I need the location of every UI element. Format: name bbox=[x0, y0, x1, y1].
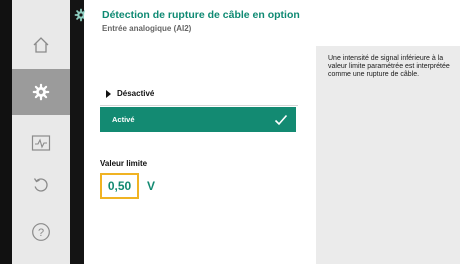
option-disabled-label: Désactivé bbox=[117, 89, 155, 98]
home-icon bbox=[33, 37, 49, 53]
limit-value-label: Valeur limite bbox=[100, 159, 148, 168]
settings-gear-icon bbox=[32, 83, 50, 101]
checkmark-icon bbox=[274, 114, 288, 125]
diagnostics-monitor-icon bbox=[31, 135, 51, 151]
left-edge-band bbox=[0, 0, 12, 264]
sidebar-item-help[interactable]: ? bbox=[12, 209, 70, 255]
limit-value: 0,50 bbox=[107, 179, 132, 193]
limit-value-field[interactable]: 0,50 bbox=[100, 173, 139, 199]
sidebar-item-restore[interactable] bbox=[12, 162, 70, 208]
limit-unit: V bbox=[147, 179, 156, 193]
sidebar-item-settings[interactable] bbox=[12, 69, 70, 115]
sidebar-item-home[interactable] bbox=[12, 22, 70, 68]
help-icon: ? bbox=[32, 223, 50, 241]
restore-undo-icon bbox=[33, 178, 48, 192]
page-title: Détection de rupture de câble en option bbox=[102, 9, 300, 21]
option-disabled[interactable]: Désactivé bbox=[100, 82, 298, 106]
page-subtitle: Entrée analogique (AI2) bbox=[102, 24, 192, 33]
panel-divider bbox=[70, 0, 84, 264]
svg-text:?: ? bbox=[38, 227, 44, 239]
info-panel: Une intensité de signal inférieure à la … bbox=[316, 46, 460, 264]
option-enabled[interactable]: Activé bbox=[100, 107, 296, 132]
content-panel: Détection de rupture de câble en option … bbox=[84, 0, 460, 264]
selection-arrow-icon bbox=[106, 89, 111, 98]
sidebar-nav: ? bbox=[12, 0, 70, 264]
info-text: Une intensité de signal inférieure à la … bbox=[328, 55, 450, 79]
sidebar-item-diagnostics[interactable] bbox=[12, 120, 70, 166]
option-enabled-label: Activé bbox=[112, 115, 135, 124]
